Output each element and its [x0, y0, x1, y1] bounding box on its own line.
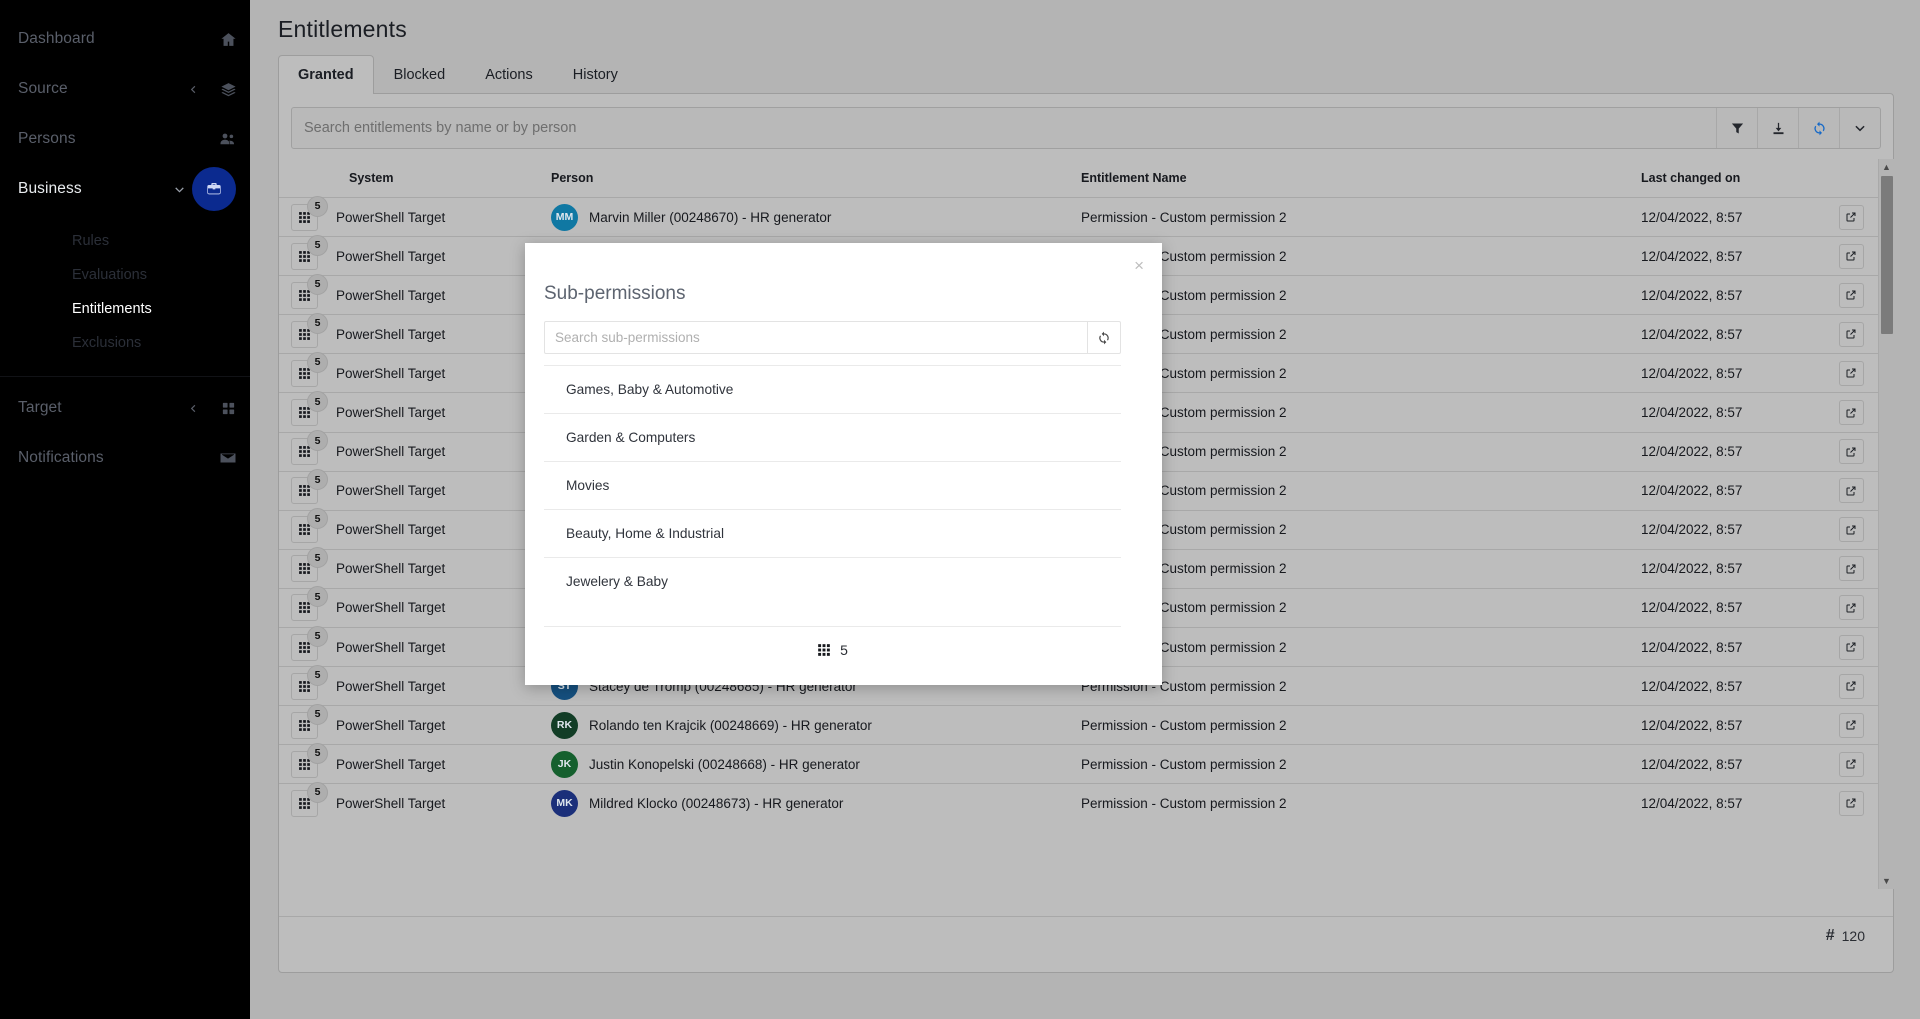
- sub-permission-item[interactable]: Garden & Computers: [544, 413, 1121, 461]
- home-icon: [206, 14, 250, 64]
- close-icon[interactable]: ×: [1130, 253, 1148, 278]
- mail-icon: [206, 433, 250, 483]
- sub-permission-item[interactable]: Games, Baby & Automotive: [544, 365, 1121, 413]
- people-icon: [206, 114, 250, 164]
- modal-title: Sub-permissions: [525, 243, 1162, 305]
- sidebar-item-label: Notifications: [18, 449, 206, 467]
- sidebar-subitem-entitlements[interactable]: Entitlements: [0, 292, 250, 326]
- main-content: Entitlements Granted Blocked Actions His…: [250, 0, 1920, 1019]
- sidebar-item-label: Dashboard: [18, 30, 206, 48]
- chevron-left-icon: [180, 84, 206, 95]
- sub-permission-item[interactable]: Movies: [544, 461, 1121, 509]
- sub-permission-item[interactable]: Beauty, Home & Industrial: [544, 509, 1121, 557]
- sidebar-subitem-label: Evaluations: [72, 267, 147, 283]
- grid-icon: [206, 383, 250, 433]
- sidebar-item-label: Persons: [18, 130, 206, 148]
- sidebar-subnav-business: Rules Evaluations Entitlements Exclusion…: [0, 214, 250, 360]
- sidebar-subitem-label: Rules: [72, 233, 109, 249]
- app-root: Dashboard Source Persons Business: [0, 0, 1920, 1019]
- refresh-icon[interactable]: [1087, 322, 1120, 353]
- sidebar: Dashboard Source Persons Business: [0, 0, 250, 1019]
- sidebar-item-notifications[interactable]: Notifications: [0, 433, 250, 483]
- sub-permission-label: Movies: [566, 478, 609, 493]
- sidebar-item-label: Target: [18, 399, 180, 417]
- modal-footer: 5: [544, 626, 1121, 673]
- chevron-left-icon: [180, 403, 206, 414]
- sub-permissions-list: Games, Baby & Automotive Garden & Compute…: [544, 365, 1121, 605]
- sidebar-subitem-evaluations[interactable]: Evaluations: [0, 258, 250, 292]
- sub-permissions-modal: × Sub-permissions Games, Baby & Automoti…: [525, 243, 1162, 685]
- sidebar-item-business[interactable]: Business: [0, 164, 250, 214]
- sub-permission-label: Jewelery & Baby: [566, 574, 668, 589]
- sidebar-item-label: Business: [18, 180, 166, 198]
- sidebar-item-label: Source: [18, 80, 180, 98]
- sub-permission-label: Games, Baby & Automotive: [566, 382, 733, 397]
- sidebar-subitem-label: Entitlements: [72, 301, 152, 317]
- modal-search-bar: [544, 321, 1121, 354]
- sub-permission-label: Garden & Computers: [566, 430, 695, 445]
- layers-icon: [206, 64, 250, 114]
- sidebar-item-dashboard[interactable]: Dashboard: [0, 14, 250, 64]
- chevron-down-icon: [166, 183, 192, 196]
- sidebar-item-target[interactable]: Target: [0, 383, 250, 433]
- sidebar-item-persons[interactable]: Persons: [0, 114, 250, 164]
- sidebar-divider: [0, 376, 250, 377]
- sub-permission-label: Beauty, Home & Industrial: [566, 526, 724, 541]
- sub-permission-item[interactable]: Jewelery & Baby: [544, 557, 1121, 605]
- sidebar-subitem-label: Exclusions: [72, 335, 141, 351]
- sub-permissions-search-input[interactable]: [545, 322, 1087, 353]
- grid-icon: [817, 643, 831, 657]
- sidebar-subitem-rules[interactable]: Rules: [0, 224, 250, 258]
- sidebar-item-source[interactable]: Source: [0, 64, 250, 114]
- sidebar-subitem-exclusions[interactable]: Exclusions: [0, 326, 250, 360]
- sub-permissions-count: 5: [840, 642, 848, 658]
- business-icon: [192, 167, 236, 211]
